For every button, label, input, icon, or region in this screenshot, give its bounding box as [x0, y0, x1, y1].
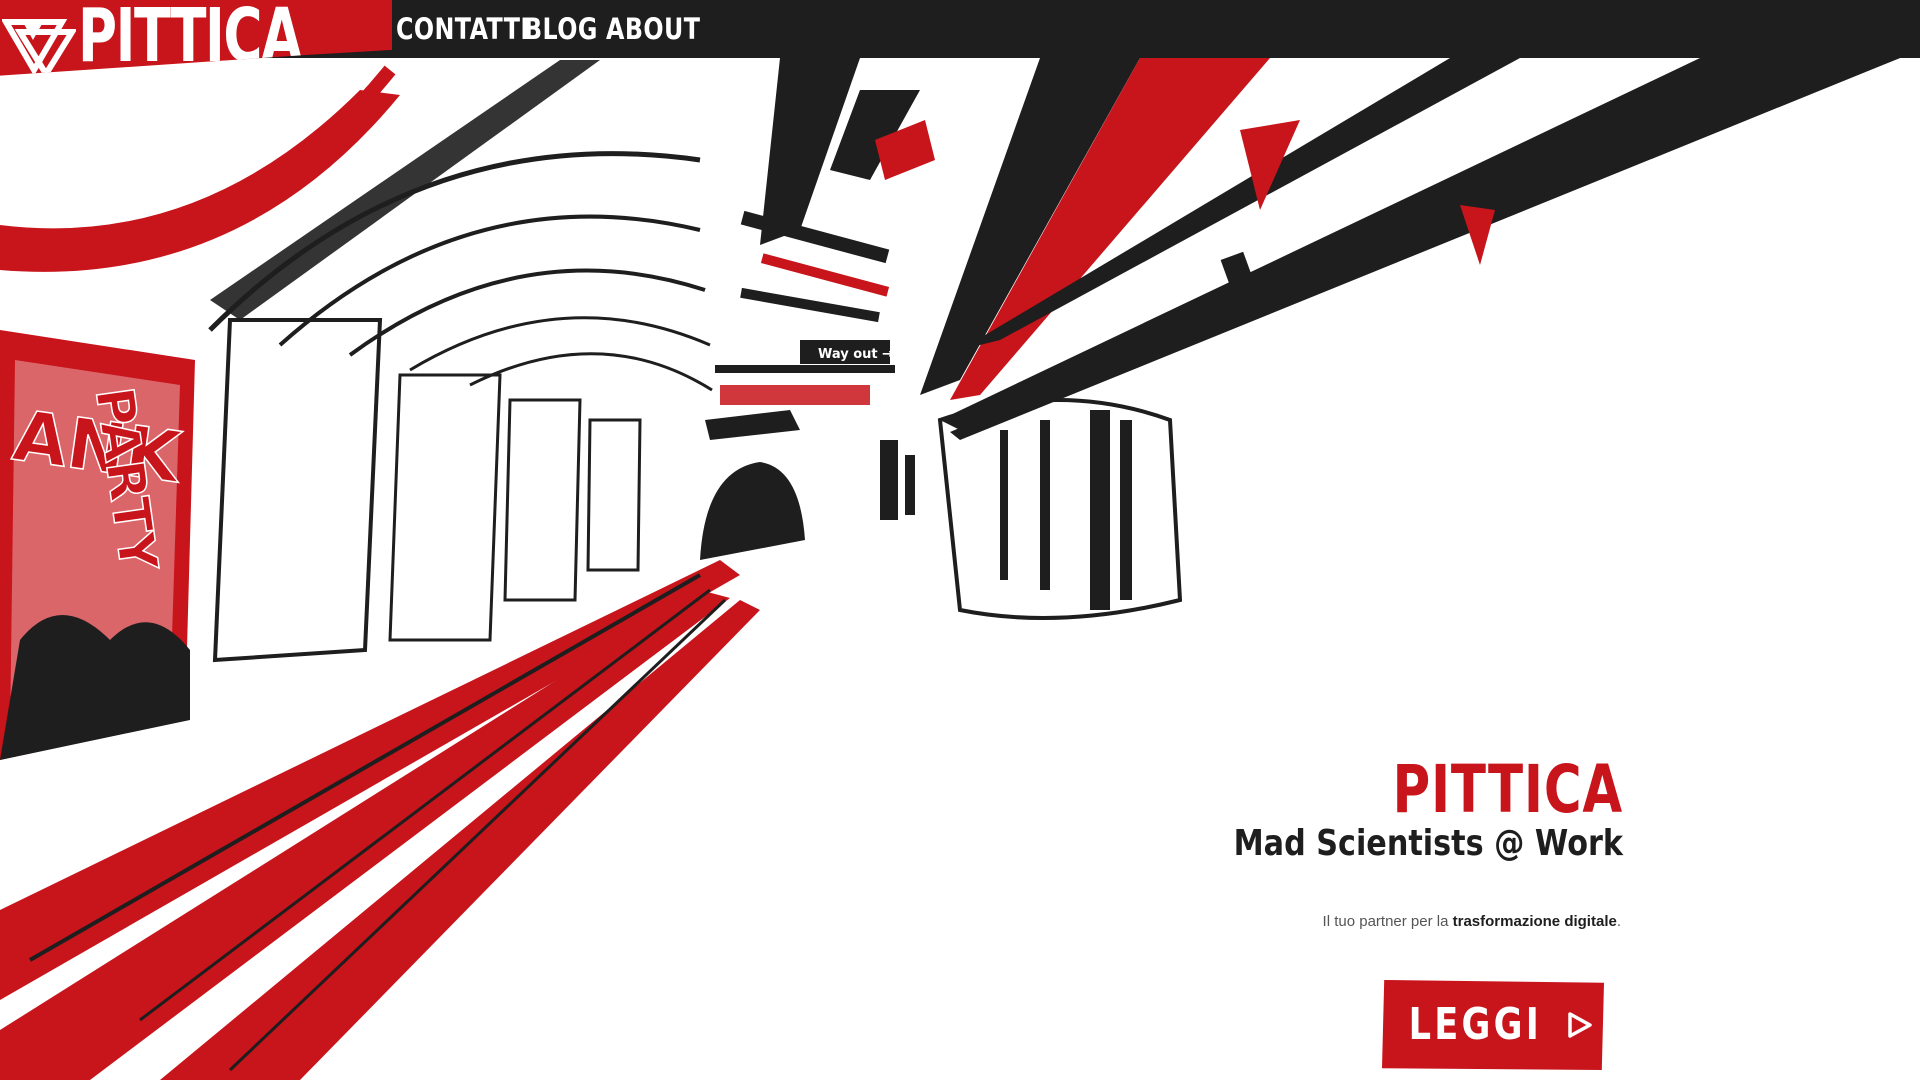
- nav-item-blog[interactable]: BLOG: [524, 12, 597, 46]
- leggi-button[interactable]: LEGGI: [1382, 980, 1604, 1070]
- tagline-emphasis: trasformazione digitale: [1452, 913, 1617, 930]
- logo-triangle-icon: [2, 19, 76, 76]
- landing-page: ANK PARTY Way out → PITTICA CONTATTI BLO…: [0, 0, 1920, 1080]
- hero-text-block: PITTICA Mad Scientists @ Work Il tuo par…: [1063, 752, 1623, 932]
- tagline-prefix: Il tuo partner per la: [1322, 913, 1453, 930]
- hero-tagline: Il tuo partner per la trasformazione dig…: [1063, 912, 1621, 932]
- main-nav: CONTATTI BLOG ABOUT: [396, 0, 700, 58]
- tagline-suffix: .: [1616, 913, 1621, 930]
- hero-title: PITTICA: [1392, 751, 1623, 828]
- nav-item-about[interactable]: ABOUT: [606, 12, 700, 46]
- nav-item-contatti[interactable]: CONTATTI: [396, 12, 529, 46]
- svg-text:Way out →: Way out →: [818, 347, 893, 362]
- hero-illustration: ANK PARTY Way out →: [0, 58, 1900, 1080]
- leggi-button-label: LEGGI: [1408, 999, 1542, 1050]
- hero-subtitle: Mad Scientists @ Work: [1233, 823, 1623, 864]
- play-triangle-icon: [1568, 1012, 1593, 1038]
